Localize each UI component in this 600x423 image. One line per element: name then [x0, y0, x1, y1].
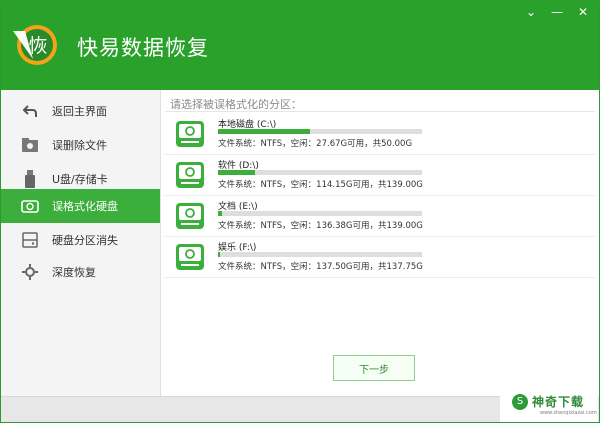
sidebar-item-label: 返回主界面: [52, 105, 107, 118]
disk-usage-bar: [218, 211, 422, 216]
disk-info: 文件系统：NTFS，空闲：27.67G可用，共50.00G: [218, 139, 413, 149]
usb-drive-icon: [21, 170, 39, 188]
app-title: 快易数据恢复: [77, 36, 209, 60]
disk-usage-bar: [218, 170, 422, 175]
partition-prompt: 请选择被误格式化的分区：: [170, 98, 302, 111]
divider: [165, 154, 595, 155]
disk-row[interactable]: 本地磁盘 (C:\) 文件系统：NTFS，空闲：27.67G可用，共50.00G: [165, 115, 595, 155]
deep-recover-icon: [21, 263, 39, 281]
disk-icon: [175, 242, 205, 272]
partition-icon: [21, 231, 39, 249]
next-button[interactable]: 下一步: [333, 355, 415, 381]
close-button[interactable]: ✕: [575, 5, 591, 19]
title-bar: 恢 快易数据恢复 ⌄ — ✕: [1, 1, 599, 90]
sidebar-item-deleted-files[interactable]: 误删除文件: [1, 128, 160, 162]
disk-row[interactable]: 文档 (E:\) 文件系统：NTFS，空闲：136.38G可用，共139.00G: [165, 197, 595, 237]
window-controls: ⌄ — ✕: [523, 5, 591, 19]
sidebar: 返回主界面 误删除文件 U盘/存储卡 误格式化硬盘 硬盘分区消失 深度恢复: [1, 90, 161, 396]
sidebar-item-label: 误格式化硬盘: [52, 200, 118, 213]
disk-row[interactable]: 软件 (D:\) 文件系统：NTFS，空闲：114.15G可用，共139.00G: [165, 156, 595, 196]
disk-row[interactable]: 娱乐 (F:\) 文件系统：NTFS，空闲：137.50G可用，共137.75G: [165, 238, 595, 278]
disk-usage-bar: [218, 129, 422, 134]
sidebar-item-label: U盘/存储卡: [52, 173, 108, 186]
watermark-url: www.shenqixiazai.com: [540, 410, 597, 416]
watermark-badge-icon: S: [512, 394, 528, 410]
sidebar-item-format-disk[interactable]: 误格式化硬盘: [1, 189, 160, 223]
divider: [165, 111, 595, 112]
disk-usage-bar: [218, 252, 422, 257]
sidebar-item-deep-recover[interactable]: 深度恢复: [1, 255, 160, 289]
format-disk-icon: [21, 197, 39, 215]
back-arrow-icon: [21, 102, 39, 120]
divider: [165, 236, 595, 237]
svg-text:恢: 恢: [28, 35, 47, 57]
sidebar-item-label: 硬盘分区消失: [52, 234, 118, 247]
sidebar-item-label: 误删除文件: [52, 139, 107, 152]
disk-info: 文件系统：NTFS，空闲：137.50G可用，共137.75G: [218, 262, 423, 272]
sidebar-item-back[interactable]: 返回主界面: [1, 94, 160, 128]
main-panel: 请选择被误格式化的分区： 本地磁盘 (C:\) 文件系统：NTFS，空闲：27.…: [161, 90, 599, 396]
disk-icon: [175, 201, 205, 231]
app-logo: 恢: [11, 21, 59, 69]
disk-info: 文件系统：NTFS，空闲：136.38G可用，共139.00G: [218, 221, 423, 231]
watermark: S 神奇下载 www.shenqixiazai.com: [500, 388, 598, 422]
collapse-button[interactable]: ⌄: [523, 5, 539, 19]
watermark-text: 神奇下载: [532, 395, 585, 409]
minimize-button[interactable]: —: [549, 5, 565, 19]
divider: [165, 277, 595, 278]
disk-info: 文件系统：NTFS，空闲：114.15G可用，共139.00G: [218, 180, 423, 190]
app-window: 恢 快易数据恢复 ⌄ — ✕ 返回主界面 误删除文件 U盘/存储卡 误格式化硬盘…: [0, 0, 600, 423]
sidebar-item-partition-lost[interactable]: 硬盘分区消失: [1, 223, 160, 257]
disk-icon: [175, 160, 205, 190]
divider: [165, 195, 595, 196]
disk-icon: [175, 119, 205, 149]
trash-folder-icon: [21, 136, 39, 154]
sidebar-item-label: 深度恢复: [52, 266, 96, 279]
